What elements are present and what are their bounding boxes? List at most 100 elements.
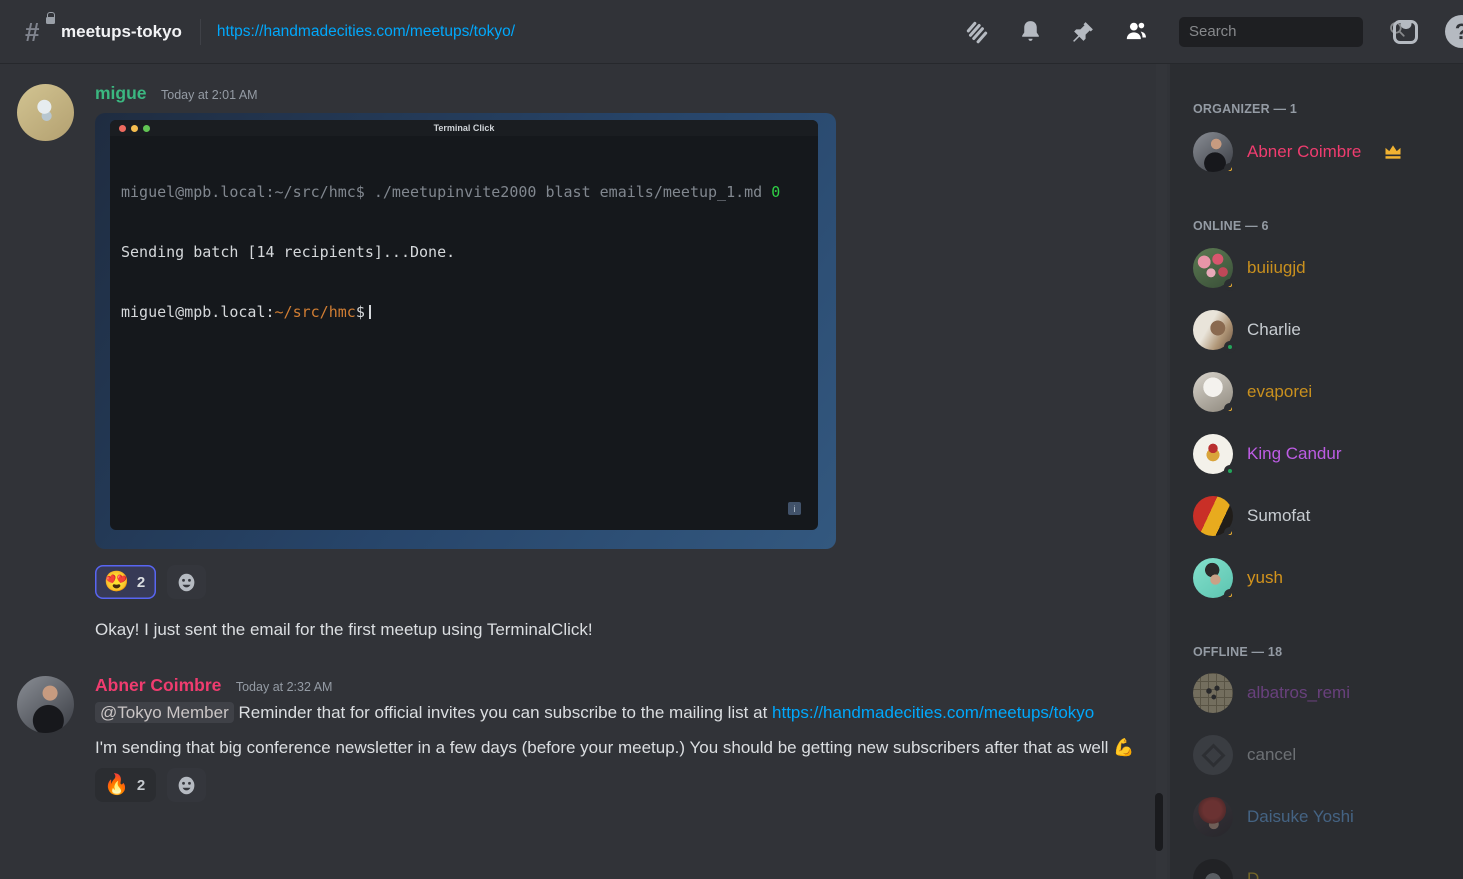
avatar-sumofat [1193,496,1233,536]
channel-name: meetups-tokyo [61,22,182,42]
hash-lock-icon: # [25,17,51,47]
smiley-add-reaction-icon [176,775,197,796]
terminal-cursor [369,305,371,319]
add-reaction-button[interactable] [167,565,206,599]
member-row-charlie[interactable]: Charlie [1193,309,1463,351]
chat-messages-area: migue Today at 2:01 AM Terminal Click [0,64,1170,879]
member-name: evaporei [1247,382,1312,402]
terminal-line-3: miguel@mpb.local:~/src/hmc$ [121,302,807,322]
avatar-migue[interactable] [17,84,74,141]
threads-icon[interactable] [964,19,990,45]
avatar-albatros-remi [1193,673,1233,713]
member-name: Charlie [1247,320,1301,340]
message-link[interactable]: https://handmadecities.com/meetups/tokyo [772,703,1094,722]
terminal-titlebar: Terminal Click [110,120,818,136]
reactions-row: 😍 2 [95,565,1170,599]
avatar-yush [1193,558,1233,598]
member-name: yush [1247,568,1283,588]
member-list-sidebar: ORGANIZER — 1 Abner Coimbre ONLINE — 6 b… [1170,64,1463,879]
terminal-window: Terminal Click miguel@mpb.local:~/src/hm… [110,120,818,530]
member-row-evaporei[interactable]: evaporei [1193,371,1463,413]
avatar-daisuke-yoshi [1193,797,1233,837]
header-toolbar: ? [937,15,1463,48]
help-icon[interactable]: ? [1445,15,1463,48]
message-text-migue: Okay! I just sent the email for the firs… [95,618,1170,642]
online-status-icon [1224,341,1236,353]
search-input[interactable] [1189,23,1388,40]
avatar-partial-member [1193,859,1233,879]
reaction-count: 2 [137,574,145,591]
idle-status-icon [1224,527,1236,539]
member-row-daisuke-yoshi[interactable]: Daisuke Yoshi [1193,796,1463,838]
main-area: migue Today at 2:01 AM Terminal Click [0,64,1463,879]
idle-status-icon [1224,279,1236,291]
chat-scrollbar-track[interactable] [1156,64,1167,879]
avatar-abner[interactable] [17,676,74,733]
terminal-info-badge: i [788,502,801,515]
timestamp: Today at 2:01 AM [161,88,258,102]
reaction-count: 2 [137,777,145,794]
member-row-abner[interactable]: Abner Coimbre [1193,131,1463,173]
section-organizer: ORGANIZER — 1 [1193,102,1463,118]
message-group-migue: migue Today at 2:01 AM Terminal Click [0,82,1170,642]
member-name: Abner Coimbre [1247,142,1361,162]
message-text-abner-2: I'm sending that big conference newslett… [95,733,1140,762]
avatar-charlie [1193,310,1233,350]
add-reaction-button[interactable] [167,768,206,802]
avatar-cancel [1193,735,1233,775]
member-row-cancel[interactable]: cancel [1193,734,1463,776]
attachment-terminal-screenshot[interactable]: Terminal Click miguel@mpb.local:~/src/hm… [95,113,836,549]
online-status-icon [1224,465,1236,477]
terminal-body: miguel@mpb.local:~/src/hmc$ ./meetupinvi… [110,136,818,530]
member-row-partial[interactable]: D [1193,858,1463,879]
crown-icon [1383,142,1403,162]
member-row-king-candur[interactable]: King Candur [1193,433,1463,475]
header-divider [200,19,201,45]
message-header: Abner Coimbre Today at 2:32 AM [95,674,1170,698]
member-name: buiiugjd [1247,258,1306,278]
heart-eyes-emoji: 😍 [104,572,129,592]
member-row-buiiugjd[interactable]: buiiugjd [1193,247,1463,289]
fire-emoji: 🔥 [104,775,129,795]
search-bar [1179,17,1363,47]
avatar-abner [1193,132,1233,172]
member-row-sumofat[interactable]: Sumofat [1193,495,1463,537]
message-header: migue Today at 2:01 AM [95,82,1170,106]
idle-status-icon [1224,403,1236,415]
member-name: Daisuke Yoshi [1247,807,1354,827]
idle-status-icon [1224,589,1236,601]
pin-icon[interactable] [1070,19,1096,45]
chat-scrollbar-thumb[interactable] [1155,793,1163,851]
avatar-king-candur [1193,434,1233,474]
message-group-abner: Abner Coimbre Today at 2:32 AM @Tokyo Me… [0,674,1170,802]
timestamp: Today at 2:32 AM [236,680,333,694]
idle-status-icon [1224,163,1236,175]
smiley-add-reaction-icon [176,572,197,593]
member-row-albatros-remi[interactable]: albatros_remi [1193,672,1463,714]
channel-header: # meetups-tokyo https://handmadecities.c… [0,0,1463,64]
reaction-heart-eyes[interactable]: 😍 2 [95,565,156,599]
role-mention[interactable]: @Tokyo Member [95,702,234,723]
terminal-title: Terminal Click [110,123,818,133]
discord-app: # meetups-tokyo https://handmadecities.c… [0,0,1463,879]
channel-topic-link[interactable]: https://handmadecities.com/meetups/tokyo… [217,23,515,41]
terminal-line-1: miguel@mpb.local:~/src/hmc$ ./meetupinvi… [121,182,807,202]
avatar-evaporei [1193,372,1233,412]
section-offline: OFFLINE — 18 [1193,645,1463,661]
avatar-buiiugjd [1193,248,1233,288]
member-list-icon[interactable] [1123,19,1149,45]
reactions-row: 🔥 2 [95,768,1170,802]
notifications-bell-icon[interactable] [1017,19,1043,45]
username-migue[interactable]: migue [95,83,147,103]
section-online: ONLINE — 6 [1193,219,1463,235]
member-name: cancel [1247,745,1296,765]
username-abner[interactable]: Abner Coimbre [95,675,221,695]
inbox-icon[interactable] [1393,20,1418,44]
member-name: Sumofat [1247,506,1310,526]
reaction-fire[interactable]: 🔥 2 [95,768,156,802]
member-name: King Candur [1247,444,1342,464]
message-text-abner-1: @Tokyo Member Reminder that for official… [95,698,1140,727]
member-row-yush[interactable]: yush [1193,557,1463,599]
terminal-line-2: Sending batch [14 recipients]...Done. [121,242,807,262]
member-name: albatros_remi [1247,683,1350,703]
